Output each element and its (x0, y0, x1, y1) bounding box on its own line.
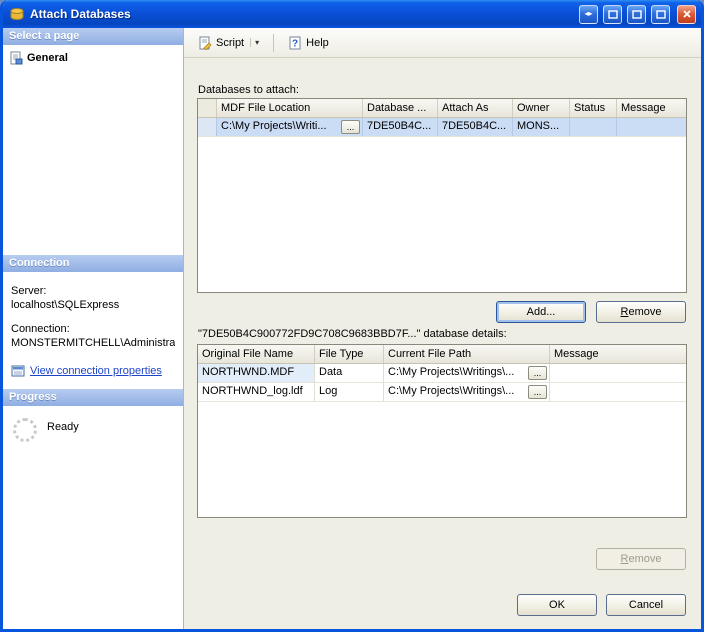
connection-properties-icon (11, 364, 25, 378)
details-col-file-type[interactable]: File Type (315, 345, 384, 363)
details-grid-header: Original File Name File Type Current Fil… (198, 345, 686, 364)
cancel-button[interactable]: Cancel (606, 594, 686, 616)
attach-grid-selector-header (198, 99, 217, 117)
attach-grid-col-owner[interactable]: Owner (513, 99, 570, 117)
attach-grid-empty-area (198, 137, 686, 292)
current-file-path-value: C:\My Projects\Writings\... (388, 366, 515, 378)
progress-status: Ready (47, 420, 79, 433)
connection-panel: Server: localhost\SQLExpress Connection:… (3, 271, 183, 389)
details-message-value (550, 383, 686, 401)
details-remove-button[interactable]: Remove (596, 548, 686, 570)
message-value (617, 118, 686, 136)
window-title: Attach Databases (30, 7, 131, 21)
details-grid-row[interactable]: NORTHWND.MDF Data C:\My Projects\Writing… (198, 364, 686, 383)
maximize-button[interactable] (651, 4, 670, 24)
status-value (570, 118, 617, 136)
script-button[interactable]: Script ▾ (192, 32, 265, 54)
restore-button[interactable] (627, 4, 646, 24)
connection-value: MONSTERMITCHELL\Administra (11, 336, 175, 349)
connection-label: Connection: (11, 322, 70, 335)
details-grid-empty-area (198, 402, 686, 517)
details-col-current-file-path[interactable]: Current File Path (384, 345, 550, 363)
details-section-label: "7DE50B4C900772FD9C708C9683BBD7F..." dat… (198, 328, 507, 340)
script-icon (198, 36, 212, 50)
file-type-value: Log (315, 383, 384, 401)
mdf-browse-button[interactable]: ... (341, 120, 360, 134)
main-content: Databases to attach: MDF File Location D… (184, 58, 701, 629)
pages-panel: General (3, 45, 183, 255)
attach-grid-header: MDF File Location Database ... Attach As… (198, 99, 686, 118)
progress-panel: Ready (3, 405, 183, 629)
titlebar[interactable]: Attach Databases ◂▸ (3, 0, 701, 28)
attach-grid-row[interactable]: C:\My Projects\Writi... ... 7DE50B4C... … (198, 118, 686, 137)
toolbar: Script ▾ ? Help (184, 28, 701, 58)
help-button[interactable]: ? Help (282, 32, 335, 54)
row-selector[interactable] (198, 118, 217, 136)
svg-text:?: ? (292, 38, 298, 49)
sidebar-item-general-label: General (27, 52, 68, 64)
owner-value: MONS... (513, 118, 570, 136)
progress-spinner-icon (13, 417, 37, 442)
close-button[interactable] (677, 4, 696, 24)
database-name-value: 7DE50B4C... (363, 118, 438, 136)
view-connection-properties-link[interactable]: View connection properties (30, 364, 162, 378)
file-type-value: Data (315, 364, 384, 382)
details-grid-row[interactable]: NORTHWND_log.ldf Log C:\My Projects\Writ… (198, 383, 686, 402)
help-icon: ? (288, 36, 302, 50)
attach-grid-col-status[interactable]: Status (570, 99, 617, 117)
server-label: Server: (11, 284, 47, 297)
current-file-path-value: C:\My Projects\Writings\... (388, 385, 515, 397)
add-button[interactable]: Add... (496, 301, 586, 323)
details-grid: Original File Name File Type Current Fil… (197, 344, 687, 518)
attach-as-value: 7DE50B4C... (438, 118, 513, 136)
sidebar-item-general[interactable]: General (7, 50, 179, 66)
ok-button[interactable]: OK (517, 594, 597, 616)
path-browse-button[interactable]: ... (528, 366, 547, 380)
attach-grid-col-attach-as[interactable]: Attach As (438, 99, 513, 117)
attach-grid: MDF File Location Database ... Attach As… (197, 98, 687, 293)
original-file-name-value: NORTHWND.MDF (198, 364, 315, 382)
attach-databases-dialog: Attach Databases ◂▸ Select a page Genera… (0, 0, 704, 632)
sidebar: Select a page General Connection Server:… (3, 28, 184, 629)
dock-arrows-button[interactable]: ◂▸ (579, 4, 598, 24)
attach-grid-col-database[interactable]: Database ... (363, 99, 438, 117)
attach-grid-col-message[interactable]: Message (617, 99, 686, 117)
attach-section-label: Databases to attach: (198, 84, 299, 96)
mdf-file-location-value: C:\My Projects\Writi... (221, 120, 327, 132)
path-browse-button[interactable]: ... (528, 385, 547, 399)
page-icon (9, 51, 23, 65)
details-col-original-file-name[interactable]: Original File Name (198, 345, 315, 363)
toolbar-separator (273, 33, 275, 52)
server-value: localhost\SQLExpress (11, 298, 120, 311)
help-button-label: Help (306, 36, 329, 49)
progress-header: Progress (3, 388, 183, 406)
attach-database-icon (9, 6, 25, 22)
minimize-button[interactable] (603, 4, 622, 24)
attach-grid-col-mdf-file-location[interactable]: MDF File Location (217, 99, 363, 117)
connection-header: Connection (3, 254, 183, 272)
script-button-label: Script (216, 36, 245, 49)
details-col-message[interactable]: Message (550, 345, 686, 363)
main-panel: Script ▾ ? Help Databases to attach: MDF (184, 28, 701, 629)
original-file-name-value: NORTHWND_log.ldf (198, 383, 315, 401)
select-a-page-header: Select a page (3, 28, 183, 45)
remove-button[interactable]: Remove (596, 301, 686, 323)
details-message-value (550, 364, 686, 382)
script-dropdown-arrow[interactable]: ▾ (250, 38, 259, 47)
